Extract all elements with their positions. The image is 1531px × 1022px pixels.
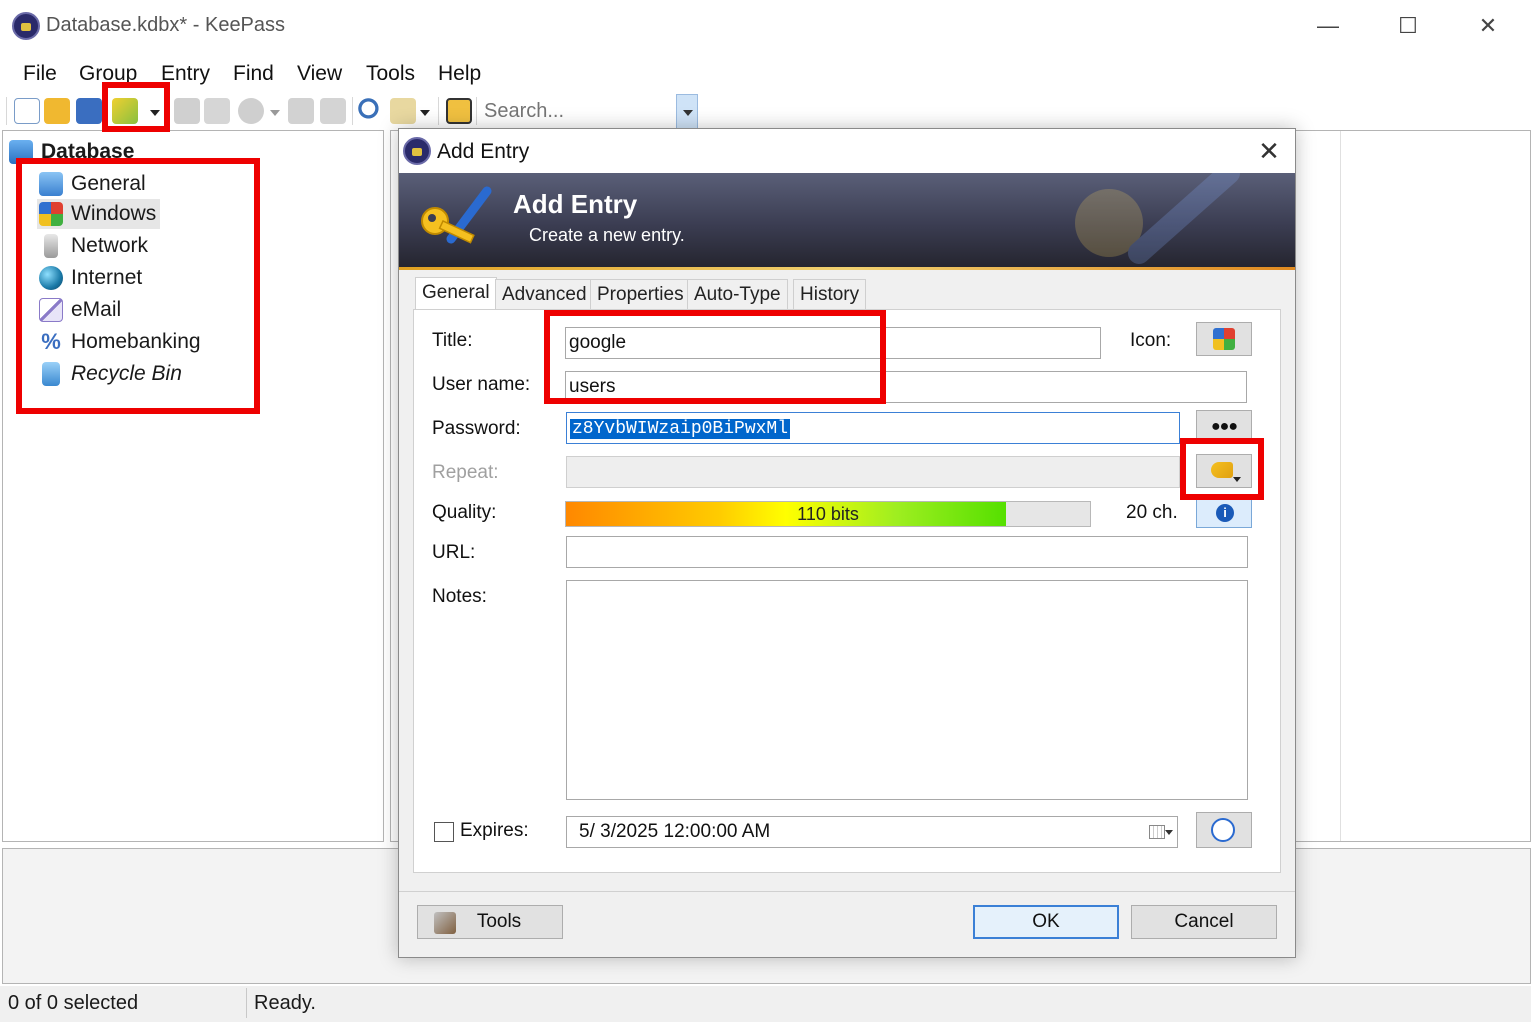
highlight-generate-password-button (1180, 438, 1264, 500)
expires-checkbox[interactable] (434, 822, 454, 842)
auto-type-icon[interactable] (320, 98, 346, 124)
find-icon[interactable] (358, 98, 384, 124)
notes-textarea[interactable] (566, 580, 1248, 800)
username-label: User name: (432, 374, 531, 395)
copy-password-icon[interactable] (204, 98, 230, 124)
expiry-date-value: 5/ 3/2025 12:00:00 AM (579, 821, 771, 842)
search-input[interactable] (480, 94, 676, 128)
status-selection: 0 of 0 selected (8, 992, 139, 1014)
maximize-button[interactable]: ☐ (1388, 10, 1428, 42)
menu-view[interactable]: View (297, 62, 342, 86)
menu-bar: File Group Entry Find View Tools Help (0, 58, 1531, 90)
cancel-button[interactable]: Cancel (1131, 905, 1277, 939)
add-entry-dialog: Add Entry ✕ Add Entry Create a new entry… (398, 128, 1296, 958)
highlight-title-username-fields (544, 310, 886, 404)
tab-auto-type[interactable]: Auto-Type (687, 279, 788, 311)
password-value: z8YvbWIWzaip0BiPwxMl (570, 419, 791, 439)
open-url-dropdown-icon[interactable] (270, 110, 280, 116)
quality-info-button[interactable]: i (1196, 498, 1252, 528)
new-database-icon[interactable] (14, 98, 40, 124)
dialog-close-button[interactable]: ✕ (1251, 135, 1287, 167)
password-input[interactable]: z8YvbWIWzaip0BiPwxMl (566, 412, 1180, 444)
toolbar-separator (476, 97, 477, 125)
password-length: 20 ch. (1126, 502, 1178, 523)
status-state: Ready. (254, 992, 316, 1014)
banner-watermark-icon (1075, 173, 1240, 264)
password-quality-text: 110 bits (797, 504, 859, 524)
quality-label: Quality: (432, 502, 497, 523)
open-url-icon[interactable] (238, 98, 264, 124)
status-bar: 0 of 0 selected Ready. (0, 986, 1531, 1022)
key-pen-icon (421, 186, 492, 244)
password-label: Password: (432, 418, 521, 439)
tab-properties[interactable]: Properties (590, 279, 691, 311)
password-quality-bar: 110 bits (565, 501, 1091, 527)
tools-button-label: Tools (476, 911, 522, 932)
clock-icon (1211, 818, 1235, 842)
keepass-lock-icon (12, 12, 40, 40)
save-database-icon[interactable] (76, 98, 102, 124)
close-button[interactable]: ✕ (1468, 10, 1508, 42)
highlight-add-entry-button (102, 82, 170, 132)
lock-workspace-icon[interactable] (446, 98, 472, 124)
banner-title: Add Entry (513, 189, 638, 219)
dialog-titlebar: Add Entry ✕ (399, 129, 1295, 173)
toolbar-separator (6, 97, 7, 125)
toolbar (0, 92, 1531, 130)
menu-file[interactable]: File (23, 62, 57, 86)
tools-button[interactable]: Tools (417, 905, 563, 939)
entries-filter-icon[interactable] (390, 98, 416, 124)
tab-general[interactable]: General (415, 277, 497, 311)
banner-subtitle: Create a new entry. (529, 225, 685, 245)
notes-label: Notes: (432, 586, 487, 607)
expiry-presets-button[interactable] (1196, 812, 1252, 848)
dialog-separator (399, 891, 1295, 892)
banner-accent-line (399, 267, 1295, 270)
menu-find[interactable]: Find (233, 62, 274, 86)
window-titlebar: Database.kdbx* - KeePass — ☐ ✕ (0, 0, 1531, 54)
info-icon: i (1216, 504, 1234, 522)
ok-button[interactable]: OK (973, 905, 1119, 939)
expiry-date-picker[interactable]: 5/ 3/2025 12:00:00 AM (566, 816, 1178, 848)
url-input[interactable] (566, 536, 1248, 568)
icon-label: Icon: (1130, 330, 1172, 351)
expires-label: Expires: (460, 820, 529, 841)
tab-advanced[interactable]: Advanced (495, 279, 594, 311)
toolbar-separator (352, 97, 353, 125)
entry-list-column-divider (1340, 131, 1341, 841)
title-label: Title: (432, 330, 473, 351)
window-title: Database.kdbx* - KeePass (46, 14, 286, 36)
status-divider (246, 988, 247, 1018)
search-dropdown-button[interactable] (676, 94, 698, 130)
icon-picker-button[interactable] (1196, 322, 1252, 356)
calendar-icon (1149, 825, 1165, 839)
url-label: URL: (432, 542, 476, 563)
minimize-button[interactable]: — (1308, 10, 1348, 42)
toolbar-separator (438, 97, 439, 125)
repeat-password-input (566, 456, 1180, 488)
highlight-group-list (16, 158, 260, 414)
menu-tools[interactable]: Tools (366, 62, 415, 86)
repeat-label: Repeat: (432, 462, 499, 483)
copy-entry-icon[interactable] (288, 98, 314, 124)
copy-username-icon[interactable] (174, 98, 200, 124)
tab-history[interactable]: History (793, 279, 867, 311)
tools-icon (434, 912, 456, 934)
open-database-icon[interactable] (44, 98, 70, 124)
dialog-banner: Add Entry Create a new entry. (399, 173, 1295, 267)
entries-filter-dropdown-icon[interactable] (420, 110, 430, 116)
dialog-lock-icon (403, 137, 431, 165)
dialog-title: Add Entry (437, 140, 530, 163)
menu-help[interactable]: Help (438, 62, 481, 86)
windows-icon (1213, 328, 1235, 350)
chevron-down-icon (1165, 830, 1173, 835)
